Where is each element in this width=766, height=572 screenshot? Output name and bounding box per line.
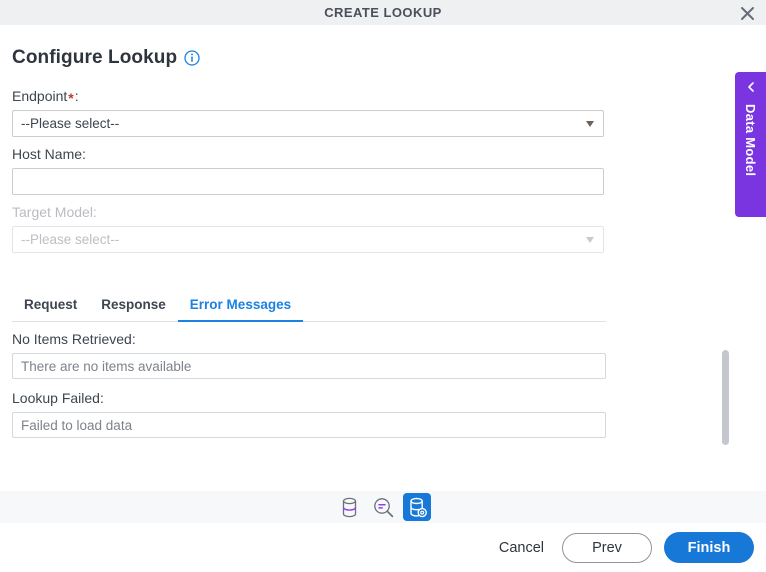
host-name-label: Host Name: <box>12 146 86 162</box>
no-items-retrieved-input[interactable]: There are no items available <box>12 353 606 379</box>
endpoint-select-value: --Please select-- <box>21 116 120 131</box>
data-model-label: Data Model <box>743 104 758 177</box>
content-scrollbar[interactable] <box>722 325 729 457</box>
data-model-panel-toggle[interactable]: Data Model <box>735 72 766 217</box>
page-title-text: Configure Lookup <box>12 47 178 68</box>
lookup-icon-toolbar <box>0 491 766 523</box>
info-circle-icon[interactable] <box>184 50 200 66</box>
chevron-left-icon <box>745 80 757 98</box>
target-model-select-value: --Please select-- <box>21 232 120 247</box>
no-items-retrieved-field: No Items Retrieved: There are no items a… <box>12 330 606 379</box>
page-title: Configure Lookup <box>12 47 200 69</box>
endpoint-select[interactable]: --Please select-- <box>12 110 604 137</box>
target-model-field: Target Model: --Please select-- <box>12 203 604 253</box>
lookup-failed-input[interactable]: Failed to load data <box>12 412 606 438</box>
endpoint-label-colon: : <box>74 88 79 104</box>
database-icon[interactable] <box>335 493 363 521</box>
dialog-body: Configure Lookup Endpoint*: --Please sel… <box>0 25 766 491</box>
no-items-retrieved-label: No Items Retrieved: <box>12 331 136 347</box>
tab-response[interactable]: Response <box>89 297 178 322</box>
required-asterisk: * <box>68 90 74 106</box>
no-items-retrieved-value: There are no items available <box>21 358 192 374</box>
tab-bar: Request Response Error Messages <box>12 293 606 322</box>
search-data-icon[interactable] <box>369 493 397 521</box>
lookup-failed-label: Lookup Failed: <box>12 390 104 406</box>
endpoint-label-text: Endpoint <box>12 88 68 104</box>
prev-button[interactable]: Prev <box>562 532 652 563</box>
close-icon[interactable] <box>736 2 758 24</box>
host-name-field: Host Name: <box>12 145 604 195</box>
lookup-form: Endpoint*: --Please select-- Host Name: … <box>12 87 604 261</box>
endpoint-label: Endpoint*: <box>12 87 604 106</box>
error-messages-panel: No Items Retrieved: There are no items a… <box>12 330 606 448</box>
chevron-down-icon <box>586 236 594 243</box>
dialog-title: CREATE LOOKUP <box>324 5 442 20</box>
host-name-input[interactable] <box>12 168 604 195</box>
dialog-title-bar: CREATE LOOKUP <box>0 0 766 25</box>
tab-strip: Request Response Error Messages <box>12 293 606 322</box>
tab-error-messages[interactable]: Error Messages <box>177 297 304 322</box>
tab-request[interactable]: Request <box>12 297 89 322</box>
endpoint-field: Endpoint*: --Please select-- <box>12 87 604 137</box>
dialog-footer: Cancel Prev Finish <box>0 523 766 572</box>
cancel-button[interactable]: Cancel <box>493 536 550 560</box>
lookup-failed-value: Failed to load data <box>21 417 133 433</box>
finish-button[interactable]: Finish <box>664 532 754 563</box>
target-model-label: Target Model: <box>12 204 97 220</box>
lookup-failed-field: Lookup Failed: Failed to load data <box>12 389 606 438</box>
scrollbar-thumb[interactable] <box>722 350 729 445</box>
chevron-down-icon <box>586 120 594 127</box>
target-model-select: --Please select-- <box>12 226 604 253</box>
database-settings-icon[interactable] <box>403 493 431 521</box>
